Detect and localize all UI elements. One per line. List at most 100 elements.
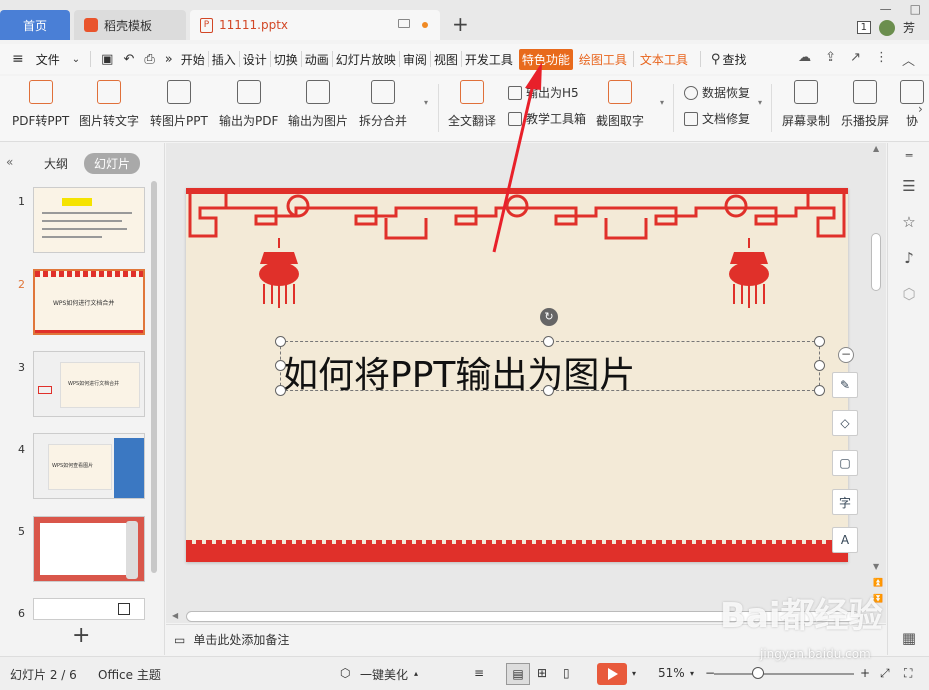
tab-outline[interactable]: 大纲 xyxy=(34,153,78,174)
menu-text-tools[interactable]: 文本工具 xyxy=(638,51,690,68)
resize-handle[interactable] xyxy=(543,385,554,396)
file-menu[interactable]: 文件 xyxy=(34,51,62,68)
resize-handle[interactable] xyxy=(814,360,825,371)
zoom-dropdown-icon[interactable]: ▾ xyxy=(690,669,694,678)
slide-thumbnail-6[interactable] xyxy=(33,598,145,620)
play-slideshow-button[interactable] xyxy=(597,663,627,685)
play-options-icon[interactable]: ▾ xyxy=(632,669,636,678)
pdf-to-ppt-button[interactable]: PDF转PPT xyxy=(12,80,69,129)
slide-thumbnail-1[interactable] xyxy=(33,187,145,253)
fit-window-icon[interactable]: ⤢ xyxy=(880,666,890,681)
dropdown-arrow-icon[interactable]: ▾ xyxy=(424,98,428,107)
rotate-handle-icon[interactable]: ↻ xyxy=(540,308,558,326)
resize-handle[interactable] xyxy=(275,336,286,347)
zoom-slider-knob[interactable] xyxy=(752,667,764,679)
hamburger-icon[interactable]: ≡ xyxy=(12,51,24,67)
tab-document[interactable]: P 11111.pptx xyxy=(190,10,440,40)
export-h5-button[interactable]: 输出为H5 xyxy=(508,84,579,101)
collapse-tools-icon[interactable]: − xyxy=(838,347,854,363)
screen-record-button[interactable]: 屏幕录制 xyxy=(782,80,830,129)
chevron-down-icon[interactable]: ⌄ xyxy=(72,54,80,65)
resize-handle[interactable] xyxy=(275,360,286,371)
menu-transition[interactable]: 切换 xyxy=(272,51,300,68)
print-icon[interactable]: ⎙ xyxy=(144,52,154,67)
sync-icon[interactable]: ⇪ xyxy=(825,50,836,69)
tab-slides[interactable]: 幻灯片 xyxy=(84,153,141,174)
slide-thumbnail-4[interactable]: WPS如何查看图片 xyxy=(33,433,145,499)
zoom-slider[interactable] xyxy=(714,673,854,675)
menu-special-features[interactable]: 特色功能 xyxy=(518,48,573,70)
brush-tool-icon[interactable]: ✎ xyxy=(832,372,858,398)
settings-sliders-icon[interactable]: ☰ xyxy=(900,177,918,195)
scroll-down-icon[interactable]: ▼ xyxy=(873,562,879,571)
scroll-left-icon[interactable]: ◀ xyxy=(172,611,178,620)
screenshot-ocr-button[interactable]: 截图取字 xyxy=(596,80,644,129)
scroll-up-icon[interactable]: ▲ xyxy=(873,144,879,153)
menu-insert[interactable]: 插入 xyxy=(210,51,238,68)
dropdown-arrow-icon[interactable]: ▾ xyxy=(758,98,762,107)
outline-tool-icon[interactable]: ▢ xyxy=(832,450,858,476)
search-button[interactable]: 查找 xyxy=(720,51,748,68)
resize-handle[interactable] xyxy=(814,385,825,396)
notes-placeholder[interactable]: 单击此处添加备注 xyxy=(193,631,289,648)
tab-home[interactable]: 首页 xyxy=(0,10,70,40)
menu-review[interactable]: 审阅 xyxy=(401,51,429,68)
more-options-icon[interactable]: ⋮ xyxy=(875,50,888,69)
avatar[interactable] xyxy=(878,19,895,36)
text-effects-tool-icon[interactable]: A xyxy=(832,527,858,553)
text-style-tool-icon[interactable]: 字 xyxy=(832,489,858,515)
slide-panel-scrollbar[interactable] xyxy=(151,181,157,573)
one-click-beautify[interactable]: 一键美化 xyxy=(360,666,408,683)
resize-handle[interactable] xyxy=(543,336,554,347)
grid-view-icon[interactable]: ▦ xyxy=(900,629,918,647)
collapse-ribbon-icon[interactable]: ︿ xyxy=(902,50,915,69)
resize-handle[interactable] xyxy=(814,336,825,347)
menu-animation[interactable]: 动画 xyxy=(303,51,331,68)
slide-title[interactable]: 如何将PPT输出为图片 xyxy=(282,346,635,398)
sidebar-handle-icon[interactable]: ═ xyxy=(900,149,918,167)
cube-icon[interactable]: ⬡ xyxy=(900,285,918,303)
search-icon[interactable]: ⚲ xyxy=(711,52,721,67)
slide-thumbnail-5[interactable] xyxy=(33,516,145,582)
dropdown-arrow-icon[interactable]: ▾ xyxy=(660,98,664,107)
slide-thumbnail-3[interactable]: WPS如何进行文档合并 xyxy=(33,351,145,417)
slide[interactable]: 如何将PPT输出为图片 ↻ xyxy=(186,188,848,562)
fill-tool-icon[interactable]: ◇ xyxy=(832,410,858,436)
new-tab-button[interactable]: + xyxy=(452,12,469,36)
save-icon[interactable]: ▣ xyxy=(101,52,113,67)
theme-name[interactable]: Office 主题 xyxy=(98,666,161,683)
slide-thumbnail-2[interactable]: WPS如何进行文档合并 xyxy=(33,269,145,335)
reading-view-icon[interactable]: ▯ xyxy=(563,666,570,680)
menu-drawing-tools[interactable]: 绘图工具 xyxy=(577,51,629,68)
split-merge-button[interactable]: 拆分合并 xyxy=(359,80,407,129)
window-count-badge[interactable]: 1 xyxy=(856,21,871,34)
share-icon[interactable]: ↗ xyxy=(850,50,861,69)
fullscreen-icon[interactable]: ⛶ xyxy=(904,666,912,681)
vertical-scrollbar[interactable] xyxy=(871,233,881,291)
teaching-toolbox-button[interactable]: 教学工具箱 xyxy=(508,110,586,127)
menu-developer[interactable]: 开发工具 xyxy=(463,51,515,68)
translate-button[interactable]: 全文翻译 xyxy=(448,80,496,129)
zoom-level[interactable]: 51% xyxy=(658,666,685,680)
menu-design[interactable]: 设计 xyxy=(241,51,269,68)
menu-start[interactable]: 开始 xyxy=(179,51,207,68)
menu-slideshow[interactable]: 幻灯片放映 xyxy=(334,51,398,68)
maximize-icon[interactable]: □ xyxy=(910,2,921,16)
chevron-right-icon[interactable]: › xyxy=(918,102,923,116)
undo-icon[interactable]: ↶ xyxy=(123,52,134,67)
star-icon[interactable]: ☆ xyxy=(900,213,918,231)
resize-handle[interactable] xyxy=(275,385,286,396)
cloud-icon[interactable]: ☁ xyxy=(798,50,811,69)
user-name[interactable]: 芳 xyxy=(903,19,915,36)
image-to-text-button[interactable]: 图片转文字 xyxy=(79,80,139,129)
beautify-icon[interactable]: ⬡ xyxy=(340,666,350,680)
zoom-in-icon[interactable]: + xyxy=(860,666,870,680)
notes-toggle-icon[interactable]: ≡ xyxy=(474,666,484,680)
export-pdf-button[interactable]: 输出为PDF xyxy=(219,80,278,129)
data-recovery-button[interactable]: 数据恢复 xyxy=(684,84,750,101)
more-icon[interactable]: » xyxy=(165,52,173,67)
monitor-icon[interactable] xyxy=(398,19,410,28)
cast-button[interactable]: 乐播投屏 xyxy=(841,80,889,129)
normal-view-icon[interactable]: ▤ xyxy=(506,663,530,685)
export-image-button[interactable]: 输出为图片 xyxy=(288,80,348,129)
